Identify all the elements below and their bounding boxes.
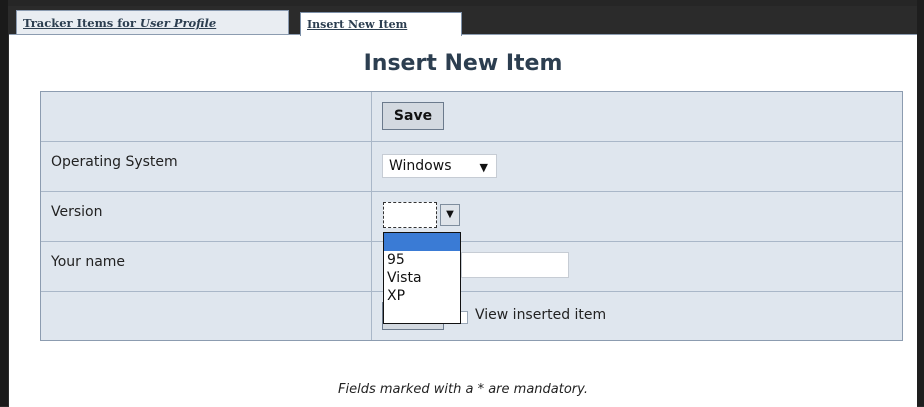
version-option[interactable]: Vista xyxy=(384,269,460,287)
your-name-input[interactable] xyxy=(461,252,569,278)
version-dropdown-list: 95 Vista XP xyxy=(383,232,461,324)
operating-system-label: Operating System xyxy=(41,142,372,191)
form-row-operating-system: Operating System Windows ▼ xyxy=(41,142,902,192)
version-option[interactable] xyxy=(384,233,460,251)
mandatory-footnote: Fields marked with a * are mandatory. xyxy=(338,382,588,397)
content-panel: Insert New Item Save Operating System Wi… xyxy=(9,34,917,407)
window-frame-top xyxy=(0,0,924,6)
save-button-top[interactable]: Save xyxy=(382,102,444,130)
operating-system-value: Windows xyxy=(389,158,452,174)
window-frame-right xyxy=(917,0,924,406)
version-option[interactable]: 95 xyxy=(384,251,460,269)
chevron-down-icon: ▼ xyxy=(479,161,488,174)
version-option[interactable]: XP xyxy=(384,287,460,305)
chevron-down-icon[interactable]: ▼ xyxy=(440,204,460,226)
tab-tracker-items[interactable]: Tracker Items for User Profile xyxy=(16,10,289,34)
tab-tracker-items-label-italic: User Profile xyxy=(139,16,217,30)
form-label-empty xyxy=(41,92,372,141)
version-label: Version xyxy=(41,192,372,241)
window-frame-left xyxy=(0,0,8,406)
form-field-cell: Windows ▼ xyxy=(373,142,902,191)
form-field-cell: Save xyxy=(373,92,902,141)
tab-tracker-items-label: Tracker Items for xyxy=(23,16,140,30)
form-row-version: Version ▼ xyxy=(41,192,902,242)
form-row-top-actions: Save xyxy=(41,92,902,142)
version-select[interactable]: ▼ xyxy=(383,202,463,228)
your-name-label: Your name xyxy=(41,242,372,291)
tab-insert-new-item[interactable]: Insert New Item xyxy=(300,12,462,36)
operating-system-select[interactable]: Windows ▼ xyxy=(382,154,497,178)
page-title: Insert New Item xyxy=(363,51,563,76)
form-row-your-name: Your name xyxy=(41,242,902,292)
form-row-bottom-actions: Save View inserted item xyxy=(41,292,902,340)
insert-form: Save Operating System Windows ▼ Version … xyxy=(40,91,903,341)
view-inserted-label: View inserted item xyxy=(475,307,607,323)
version-select-value xyxy=(383,202,437,228)
form-label-empty xyxy=(41,292,372,340)
